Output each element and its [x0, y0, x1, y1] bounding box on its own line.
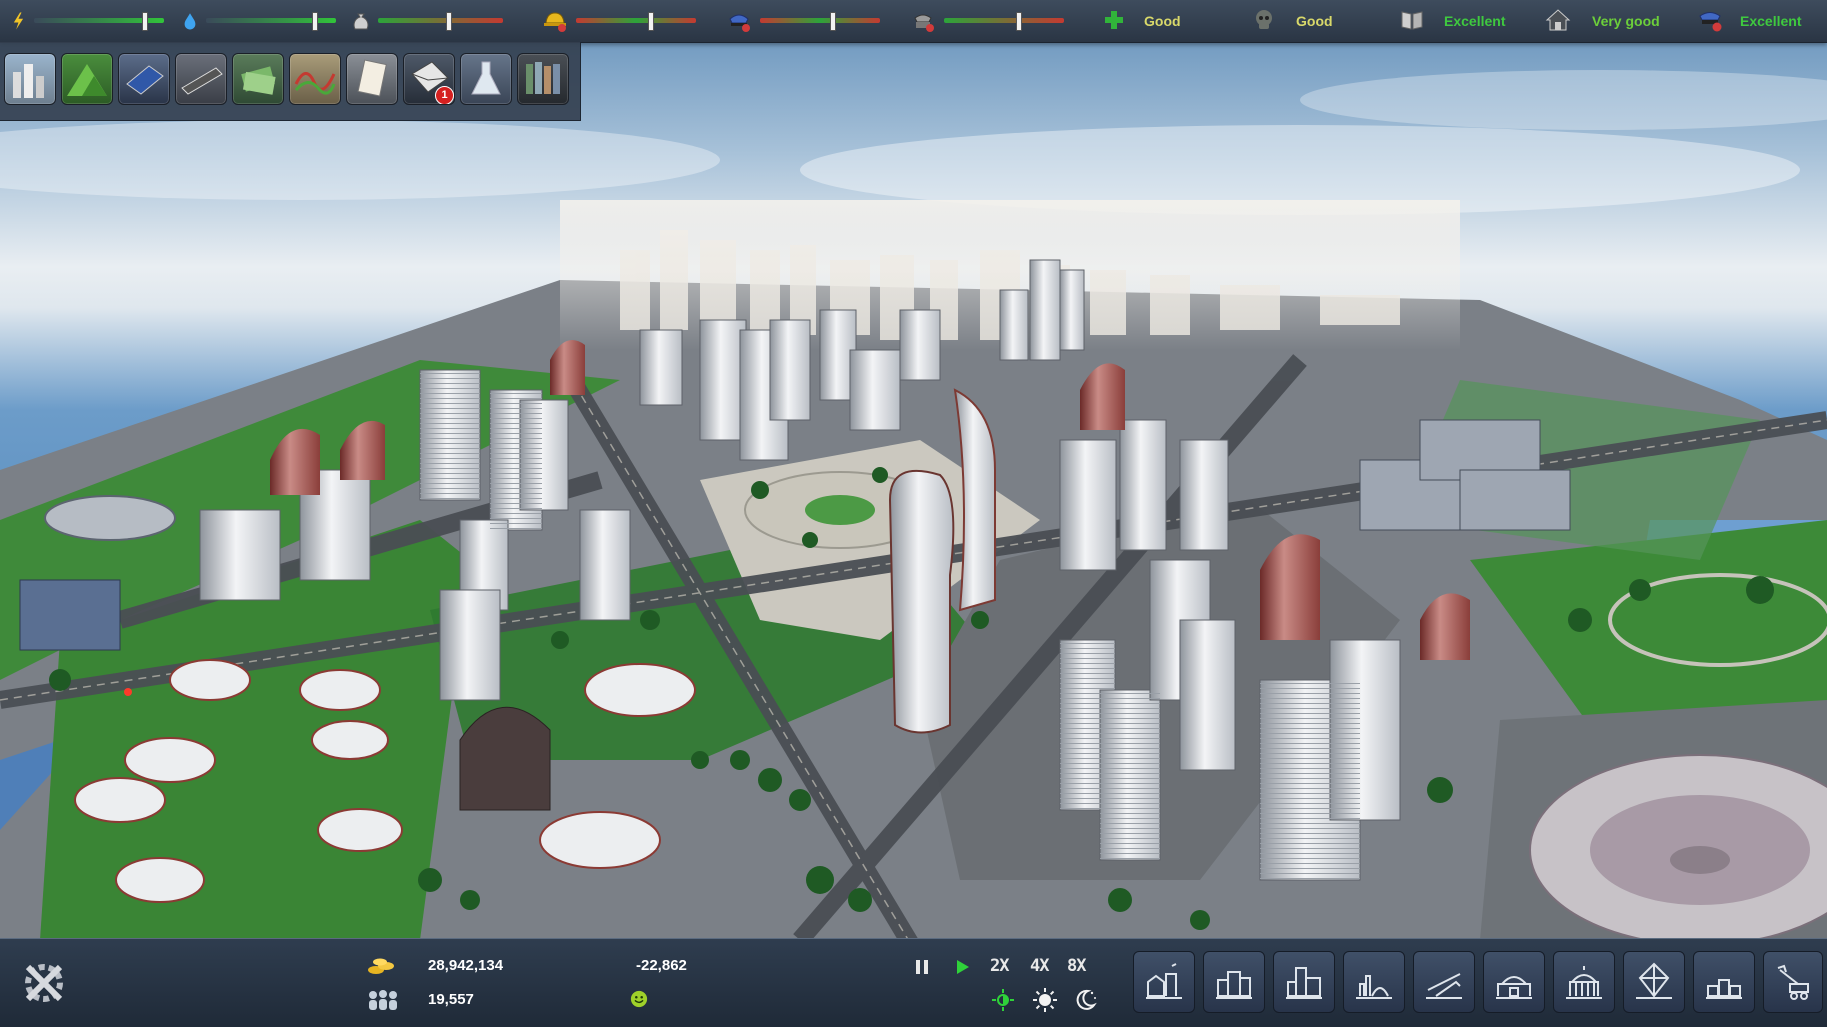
landmark-build-button[interactable]: [1623, 951, 1685, 1013]
transport-build-icon: [1426, 973, 1462, 999]
criminal-mask-icon: [914, 14, 934, 32]
waste-meter[interactable]: [348, 0, 508, 42]
solar-panel-button[interactable]: [118, 53, 170, 105]
health-rating-label: Good: [1144, 13, 1181, 29]
roads-button[interactable]: [175, 53, 227, 105]
landmark-build-icon: [1636, 962, 1672, 999]
city-overview-icon: [13, 64, 44, 98]
crime-meter[interactable]: [908, 0, 1068, 42]
education-rating[interactable]: Good: [1250, 0, 1370, 42]
speed-8x-button[interactable]: 8X: [1067, 956, 1087, 976]
research-button[interactable]: [460, 53, 512, 105]
storage-build-button[interactable]: [1693, 951, 1755, 1013]
settings-tools-icon[interactable]: [14, 953, 74, 1013]
fire-meter[interactable]: [540, 0, 700, 42]
library-icon: [526, 62, 560, 94]
housing-rating[interactable]: Very good: [1544, 0, 1684, 42]
government-build-button[interactable]: [1553, 951, 1615, 1013]
solar-panel-icon: [126, 65, 164, 95]
population-value: 19,557: [428, 991, 474, 1008]
documents-button[interactable]: [346, 53, 398, 105]
education-skull-icon: [1256, 10, 1272, 29]
speed-2x-button[interactable]: 2X: [990, 956, 1010, 976]
police-meter[interactable]: [724, 0, 884, 42]
lightning-icon: [13, 12, 24, 30]
security-rating[interactable]: Excellent: [1696, 0, 1826, 42]
money-coins-icon: [368, 958, 394, 974]
industrial-build-icon: [1286, 967, 1322, 999]
police-cap-icon: [729, 14, 750, 32]
library-button[interactable]: [517, 53, 569, 105]
happiness-smiley-icon[interactable]: [630, 990, 648, 1008]
auto-daytime-icon[interactable]: [990, 987, 1016, 1013]
culture-rating-label: Excellent: [1444, 13, 1506, 29]
statistics-button[interactable]: [289, 53, 341, 105]
terrain-button[interactable]: [61, 53, 113, 105]
messages-button[interactable]: 1: [403, 53, 455, 105]
speed-4x-button[interactable]: 4X: [1030, 956, 1050, 976]
crime-slider-knob[interactable]: [1016, 12, 1022, 31]
crime-level-bar: [944, 18, 1064, 23]
housing-rating-label: Very good: [1592, 13, 1660, 29]
night-moon-icon[interactable]: [1072, 987, 1098, 1013]
power-meter[interactable]: [6, 0, 181, 42]
tool-panel: 1: [0, 42, 581, 121]
culture-rating[interactable]: Excellent: [1398, 0, 1538, 42]
messages-count-badge: 1: [435, 86, 454, 104]
police-slider-knob[interactable]: [830, 12, 836, 31]
demolish-bulldozer-icon: [1777, 964, 1809, 1000]
residential-build-button[interactable]: [1133, 951, 1195, 1013]
library-book-icon: [1401, 11, 1423, 30]
documents-icon: [357, 59, 387, 97]
demolish-button[interactable]: [1763, 951, 1823, 1013]
health-cross-icon: [1105, 11, 1123, 29]
day-sun-icon[interactable]: [1032, 987, 1058, 1013]
top-status-bar: Good Good Excellent Very good Excellent: [0, 0, 1827, 43]
police-level-bar: [760, 18, 880, 23]
pause-icon[interactable]: [912, 957, 932, 977]
waste-level-bar: [378, 18, 503, 23]
housing-icon: [1545, 9, 1571, 31]
roads-icon: [181, 67, 223, 95]
trash-bag-icon: [353, 13, 369, 30]
fire-slider-knob[interactable]: [648, 12, 654, 31]
transport-build-button[interactable]: [1413, 951, 1475, 1013]
services-build-icon: [1496, 976, 1532, 999]
play-icon[interactable]: [952, 957, 972, 977]
water-drop-icon: [184, 13, 196, 30]
finance-icon: [241, 66, 276, 95]
water-slider-knob[interactable]: [312, 12, 318, 31]
commercial-build-icon: [1216, 971, 1252, 999]
population-icon: [369, 990, 397, 1010]
education-rating-label: Good: [1296, 13, 1333, 29]
services-build-button[interactable]: [1483, 951, 1545, 1013]
statistics-graph-icon: [294, 72, 336, 95]
firefighter-helmet-icon: [544, 12, 566, 32]
fire-level-bar: [576, 18, 696, 23]
security-icon: [1699, 12, 1722, 32]
city-view[interactable]: [0, 0, 1827, 1026]
waste-slider-knob[interactable]: [446, 12, 452, 31]
residential-build-icon: [1146, 963, 1182, 999]
terrain-icon: [67, 64, 107, 96]
balance-value: -22,862: [636, 957, 687, 974]
money-value: 28,942,134: [428, 957, 504, 974]
storage-build-icon: [1706, 979, 1742, 999]
research-flask-icon: [471, 61, 501, 95]
bottom-bar: 28,942,134 -22,862 19,557 2X 4X 8X: [0, 938, 1827, 1027]
commercial-build-button[interactable]: [1203, 951, 1265, 1013]
power-slider-knob[interactable]: [142, 12, 148, 31]
water-meter[interactable]: [176, 0, 348, 42]
finance-button[interactable]: [232, 53, 284, 105]
city-overview-button[interactable]: [4, 53, 56, 105]
utilities-build-icon: [1356, 975, 1392, 999]
health-rating[interactable]: Good: [1100, 0, 1220, 42]
industrial-build-button[interactable]: [1273, 951, 1335, 1013]
security-rating-label: Excellent: [1740, 13, 1802, 29]
government-build-icon: [1566, 966, 1602, 999]
utilities-build-button[interactable]: [1343, 951, 1405, 1013]
